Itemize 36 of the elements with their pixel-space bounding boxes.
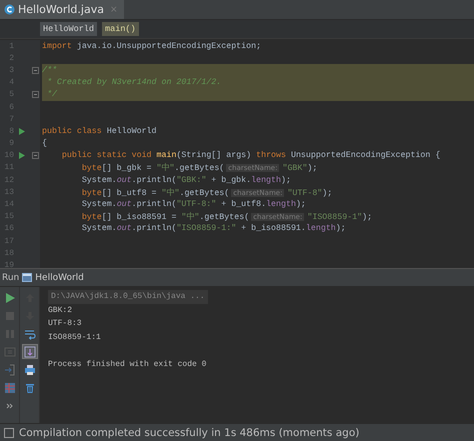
console-line: Process finished with exit code 0 <box>48 358 206 371</box>
console-line: UTF-8:3 <box>48 318 82 330</box>
trash-icon <box>24 382 36 394</box>
code-line: /** <box>42 66 57 75</box>
fold-icon[interactable] <box>32 91 39 98</box>
run-icon[interactable] <box>19 152 25 160</box>
breadcrumb[interactable]: HelloWorld <box>40 22 98 36</box>
code-line: public class HelloWorld <box>42 126 157 136</box>
run-icon <box>4 292 16 304</box>
console-line: ISO8859-1:1 <box>48 332 101 344</box>
file-tab[interactable]: HelloWorld.java × <box>0 0 124 19</box>
window-icon <box>22 273 32 282</box>
panel-title: Run <box>2 272 20 282</box>
printer-icon <box>24 364 36 376</box>
code-line: System.out.println("GBK:" + b_gbk.length); <box>80 176 291 185</box>
breadcrumb[interactable]: main() <box>102 22 139 36</box>
run-configuration[interactable]: HelloWorld <box>35 272 84 282</box>
checkbox-icon[interactable] <box>4 428 14 438</box>
run-icon[interactable] <box>19 128 25 135</box>
class-file-icon <box>4 4 15 15</box>
code-line: { <box>42 139 47 148</box>
exit-icon <box>4 364 16 376</box>
code-line: public static void main(String[] args) throws UnsupportedEncodingException { <box>60 151 440 160</box>
code-line: System.out.println("ISO8859-1:" + b_iso88591.length); <box>80 224 346 234</box>
scroll-button[interactable] <box>22 344 38 359</box>
code-line: import java.io.UnsupportedEncodingException; <box>42 42 262 51</box>
layout-icon <box>4 382 16 394</box>
wrap-icon <box>24 328 36 340</box>
code-line: * Created by N3ver14nd on 2017/1/2. <box>46 78 222 88</box>
fold-icon[interactable] <box>32 152 39 160</box>
scroll-icon <box>24 346 36 358</box>
status-message: Compilation completed successfully in 1s 486ms (moments ago) <box>19 426 360 438</box>
fold-icon[interactable] <box>32 66 39 74</box>
code-line: */ <box>46 90 57 100</box>
code-line: System.out.println("UTF-8:" + b_utf8.length); <box>80 200 306 210</box>
console-line: GBK:2 <box>48 304 72 317</box>
